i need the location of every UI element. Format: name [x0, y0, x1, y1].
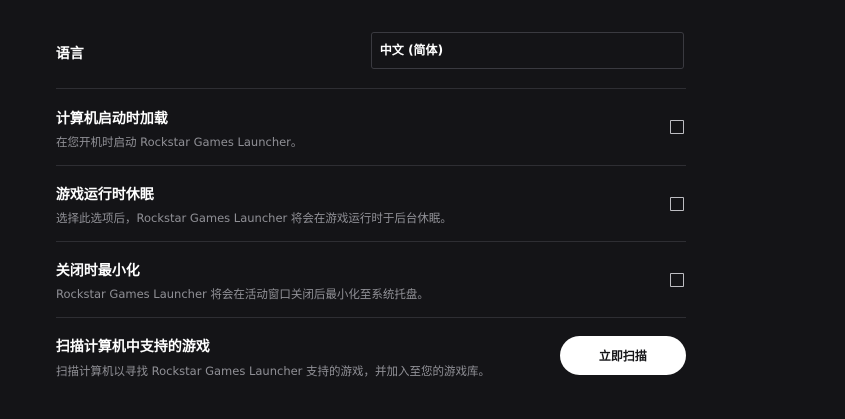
sleep-during-game-description: 选择此选项后，Rockstar Games Launcher 将会在游戏运行时于…	[56, 211, 452, 225]
scan-games-label: 扫描计算机中支持的游戏	[56, 339, 210, 355]
scan-games-description: 扫描计算机以寻找 Rockstar Games Launcher 支持的游戏，并…	[56, 364, 491, 378]
launch-on-startup-label: 计算机启动时加载	[56, 111, 168, 127]
scan-now-button[interactable]: 立即扫描	[560, 336, 686, 375]
launch-on-startup-description: 在您开机时启动 Rockstar Games Launcher。	[56, 135, 303, 149]
minimize-on-close-label: 关闭时最小化	[56, 263, 140, 279]
launch-on-startup-checkbox[interactable]	[670, 120, 684, 134]
sleep-during-game-label: 游戏运行时休眠	[56, 187, 154, 203]
language-select[interactable]: 中文 (简体)	[371, 32, 684, 69]
divider	[56, 88, 686, 89]
minimize-on-close-description: Rockstar Games Launcher 将会在活动窗口关闭后最小化至系统…	[56, 287, 429, 301]
sleep-during-game-checkbox[interactable]	[670, 197, 684, 211]
divider	[56, 317, 686, 318]
language-label: 语言	[56, 46, 84, 62]
divider	[56, 241, 686, 242]
minimize-on-close-checkbox[interactable]	[670, 273, 684, 287]
divider	[56, 165, 686, 166]
settings-panel: 语言 中文 (简体) 计算机启动时加载 在您开机时启动 Rockstar Gam…	[56, 0, 686, 419]
